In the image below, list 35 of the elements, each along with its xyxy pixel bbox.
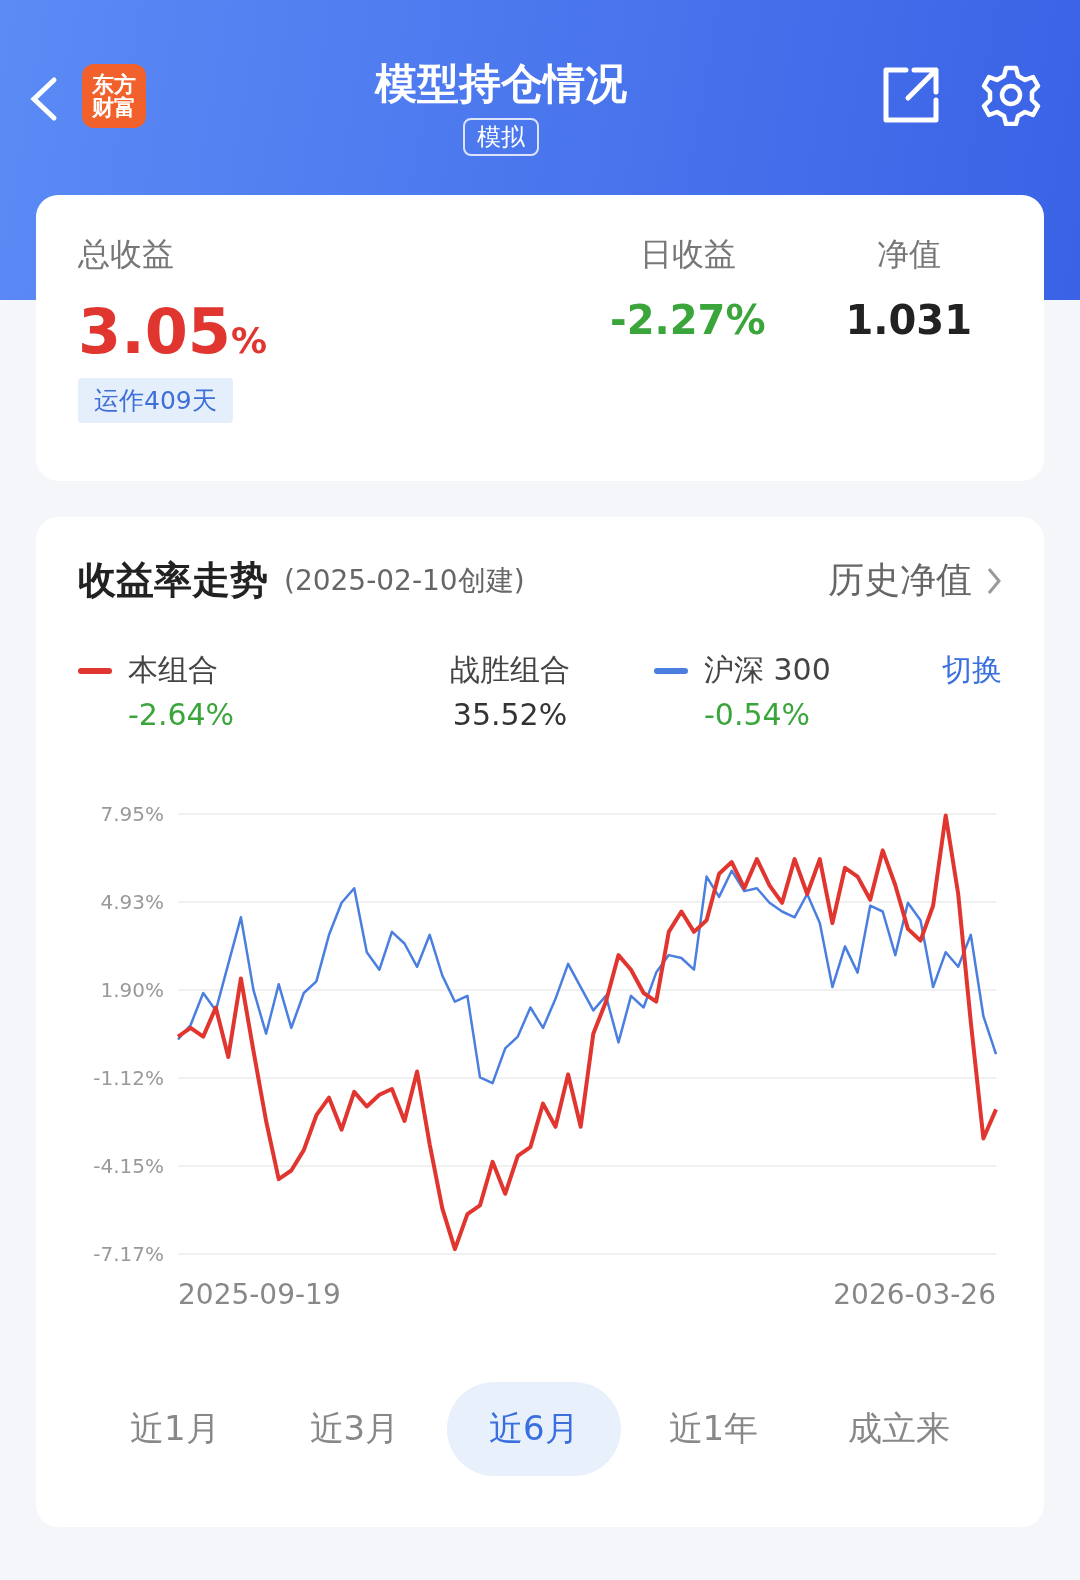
daily-return-value: -2.27% (610, 297, 766, 343)
running-days-badge: 运作409天 (78, 378, 233, 423)
range-tab[interactable]: 近6月 (447, 1382, 621, 1476)
daily-return-label: 日收益 (639, 234, 736, 275)
legend-value: -0.54% (703, 697, 811, 732)
history-nav-link[interactable]: 历史净值 (828, 556, 1002, 605)
total-return-label: 总收益 (78, 234, 174, 275)
page-title: 模型持仓情况 (375, 58, 627, 110)
y-tick-label: 7.95% (100, 802, 164, 826)
y-tick-label: -4.15% (93, 1154, 164, 1179)
y-tick-label: -7.17% (93, 1242, 164, 1266)
y-tick-label: 1.90% (100, 978, 164, 1003)
total-return-value: 3.05% (78, 295, 268, 368)
app-logo: 东方 财富 (82, 64, 146, 128)
nav-value: 1.031 (845, 297, 972, 343)
range-tab[interactable]: 近1年 (626, 1382, 801, 1476)
range-tab[interactable]: 成立来 (806, 1382, 992, 1476)
y-tick-label: -1.12% (93, 1065, 164, 1090)
section-title: 收益率走势 (78, 557, 268, 604)
range-tab[interactable]: 近1月 (88, 1382, 262, 1476)
chevron-icon (986, 565, 1002, 596)
nav-label: 净值 (876, 234, 941, 275)
legend-label: 战胜组合 (450, 651, 570, 689)
legend-value: -2.64% (127, 697, 235, 732)
legend-value: 35.52% (452, 697, 568, 732)
x-axis-date: 2025-09-19 (178, 1278, 341, 1311)
mode-tag: 模拟 (463, 118, 539, 156)
x-axis-date: 2026-03-26 (833, 1278, 996, 1311)
legend-label: 本组合 (78, 650, 218, 691)
range-tab[interactable]: 近3月 (267, 1382, 442, 1476)
settings-icon[interactable] (980, 64, 1042, 126)
y-tick-label: 4.93% (100, 889, 164, 914)
created-date: (2025-02-10创建) (284, 562, 525, 599)
legend-label: 沪深 300 (654, 650, 831, 691)
switch-link[interactable]: 切换 (942, 650, 1002, 732)
